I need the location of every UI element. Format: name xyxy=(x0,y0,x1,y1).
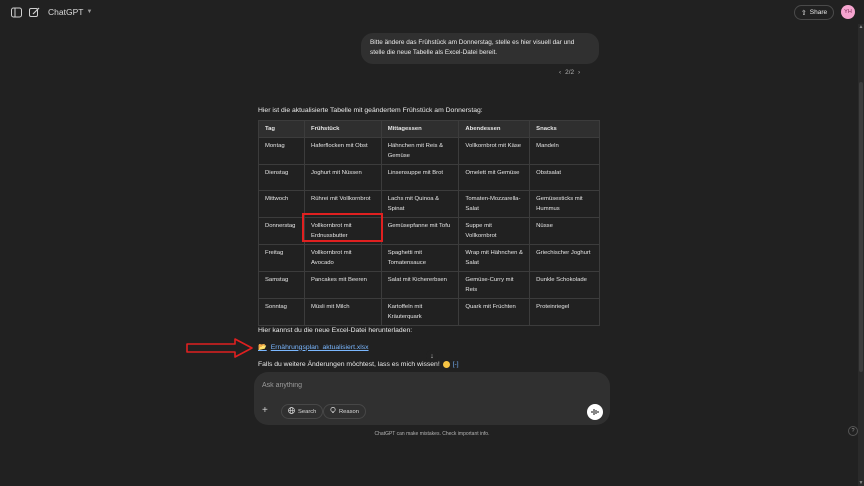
chevron-right-icon[interactable]: › xyxy=(578,69,580,76)
table-cell: Obstsalat xyxy=(529,164,600,191)
waveform-icon xyxy=(591,409,598,415)
scroll-up-arrow-icon[interactable]: ▲ xyxy=(858,24,864,30)
lightbulb-icon xyxy=(330,407,336,416)
excel-file-link[interactable]: 📂 Ernährungsplan_aktualisiert.xlsx xyxy=(258,343,369,352)
table-cell: Müsli mit Milch xyxy=(303,298,382,326)
table-cell: Dienstag xyxy=(258,164,305,191)
table-cell: Salat mit Kichererbsen xyxy=(380,271,460,299)
user-message: Bitte ändere das Frühstück am Donnerstag… xyxy=(361,33,599,64)
chevron-down-icon: ▼ xyxy=(86,9,93,15)
table-cell: Nüsse xyxy=(529,217,600,245)
table-cell: Pancakes mit Beeren xyxy=(303,271,382,299)
search-label: Search xyxy=(298,408,317,415)
search-button[interactable]: Search xyxy=(281,404,324,419)
red-arrow-annotation xyxy=(186,338,253,358)
top-bar: ChatGPT ▼ ⇧ Share YH xyxy=(0,0,864,24)
table-row: Dienstag Joghurt mit Nüssen Linsensuppe … xyxy=(258,164,600,191)
plus-icon[interactable]: + xyxy=(262,406,268,416)
share-icon: ⇧ xyxy=(800,9,807,17)
scroll-down-arrow-icon[interactable]: ▼ xyxy=(858,480,864,486)
share-label: Share xyxy=(809,9,828,16)
table-cell: Freitag xyxy=(258,244,305,272)
table-cell: Spaghetti mit Tomatensauce xyxy=(380,244,460,272)
table-cell: Gemüsesticks mit Hummus xyxy=(529,190,600,218)
table-cell: Gemüsepfanne mit Tofu xyxy=(380,217,460,245)
model-name: ChatGPT xyxy=(48,7,84,17)
table-cell: Gemüse-Curry mit Reis xyxy=(458,271,531,299)
arrow-down-icon: ↓ xyxy=(430,352,434,360)
disclaimer: ChatGPT can make mistakes. Check importa… xyxy=(374,431,490,437)
column-header: Mittagessen xyxy=(380,120,460,138)
table-cell: Lachs mit Quinoa & Spinat xyxy=(380,190,460,218)
table-cell: Donnerstag xyxy=(258,217,305,245)
table-row: Samstag Pancakes mit Beeren Salat mit Ki… xyxy=(258,271,600,299)
voice-mode-button[interactable] xyxy=(587,404,603,420)
table-cell: Tomaten-Mozzarella-Salat xyxy=(458,190,531,218)
chevron-left-icon[interactable]: ‹ xyxy=(559,69,561,76)
avatar[interactable]: YH xyxy=(841,5,855,19)
table-cell: Wrap mit Hähnchen & Salat xyxy=(458,244,531,272)
table-header-row: Tag Frühstück Mittagessen Abendessen Sna… xyxy=(258,120,600,138)
table-cell: Proteinriegel xyxy=(529,298,600,326)
pager-label: 2/2 xyxy=(565,69,575,76)
table-cell: Suppe mit Vollkornbrot xyxy=(458,217,531,245)
table-cell: Haferflocken mit Obst xyxy=(303,137,382,165)
scrollbar-thumb[interactable] xyxy=(859,82,863,372)
column-header: Tag xyxy=(258,120,305,138)
table-row: Freitag Vollkornbrot mit Avocado Spaghet… xyxy=(258,244,600,272)
globe-icon xyxy=(288,407,295,416)
table-cell: Vollkornbrot mit Avocado xyxy=(303,244,382,272)
table-cell: Kartoffeln mit Kräuterquark xyxy=(380,298,460,326)
composer: + Search Reason xyxy=(254,372,610,425)
edit-icon[interactable] xyxy=(28,6,40,18)
scrollbar[interactable]: ▲ ▼ xyxy=(858,24,864,486)
table-row: Montag Haferflocken mit Obst Hähnchen mi… xyxy=(258,137,600,165)
table-cell: Dunkle Schokolade xyxy=(529,271,600,299)
prompt-input[interactable] xyxy=(262,378,562,392)
file-name: Ernährungsplan_aktualisiert.xlsx xyxy=(270,343,369,351)
help-button[interactable]: ? xyxy=(848,426,858,436)
highlight-box xyxy=(302,213,383,242)
assistant-closing: Falls du weitere Änderungen möchtest, la… xyxy=(258,361,459,368)
table-cell: Samstag xyxy=(258,271,305,299)
table-cell: Quark mit Früchten xyxy=(458,298,531,326)
table-cell: Linsensuppe mit Brot xyxy=(380,164,460,191)
reason-button[interactable]: Reason xyxy=(323,404,366,419)
table-cell: Sonntag xyxy=(258,298,305,326)
table-cell: Joghurt mit Nüssen xyxy=(303,164,382,191)
table-row: Sonntag Müsli mit Milch Kartoffeln mit K… xyxy=(258,298,600,326)
table-cell: Mittwoch xyxy=(258,190,305,218)
column-header: Abendessen xyxy=(458,120,531,138)
table-cell: Omelett mit Gemüse xyxy=(458,164,531,191)
reason-label: Reason xyxy=(339,408,359,415)
closing-text: Falls du weitere Änderungen möchtest, la… xyxy=(258,361,440,368)
table-cell: Griechischer Joghurt xyxy=(529,244,600,272)
model-selector[interactable]: ChatGPT ▼ xyxy=(48,7,92,17)
column-header: Frühstück xyxy=(303,120,382,138)
folder-icon: 📂 xyxy=(258,344,267,351)
table-cell: Montag xyxy=(258,137,305,165)
sidebar-icon[interactable] xyxy=(10,6,22,18)
response-pager: ‹ 2/2 › xyxy=(559,69,580,76)
download-label: Hier kannst du die neue Excel-Datei heru… xyxy=(258,327,413,334)
column-header: Snacks xyxy=(529,120,600,138)
table-cell: Mandeln xyxy=(529,137,600,165)
smile-icon xyxy=(442,361,450,368)
assistant-intro: Hier ist die aktualisierte Tabelle mit g… xyxy=(258,107,483,114)
share-button[interactable]: ⇧ Share xyxy=(794,5,834,20)
code-icon[interactable]: [-] xyxy=(453,361,459,368)
table-cell: Hähnchen mit Reis & Gemüse xyxy=(380,137,460,165)
table-cell: Vollkornbrot mit Käse xyxy=(458,137,531,165)
